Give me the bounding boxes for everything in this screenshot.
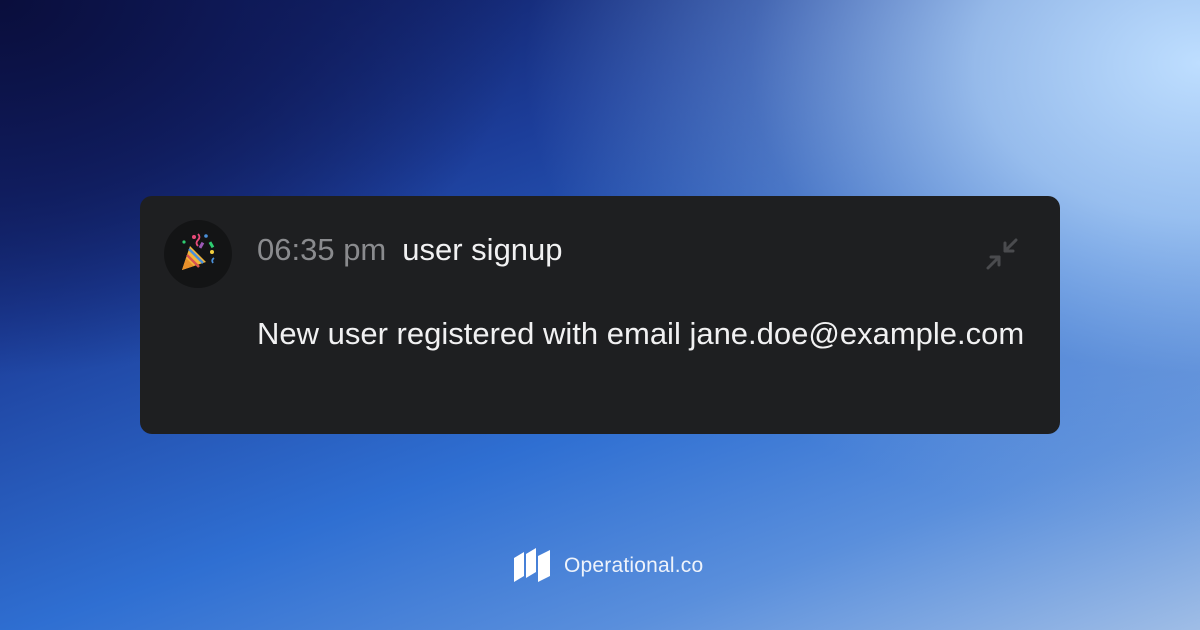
notification-time: 06:35 pm (257, 232, 387, 267)
notification-event: user signup (402, 232, 563, 267)
collapse-arrows-icon (982, 234, 1022, 279)
brand-name: Operational.co (564, 554, 704, 577)
notification-card: 06:35 pm user signup New user registered… (140, 196, 1060, 434)
party-popper-icon (176, 230, 220, 279)
avatar (164, 220, 232, 288)
notification-header: 06:35 pm user signup (257, 230, 563, 270)
collapse-button[interactable] (980, 234, 1024, 278)
notification-message: New user registered with email jane.doe@… (257, 316, 1025, 351)
brand[interactable]: Operational.co (512, 546, 703, 586)
operational-logo-icon (512, 546, 552, 586)
